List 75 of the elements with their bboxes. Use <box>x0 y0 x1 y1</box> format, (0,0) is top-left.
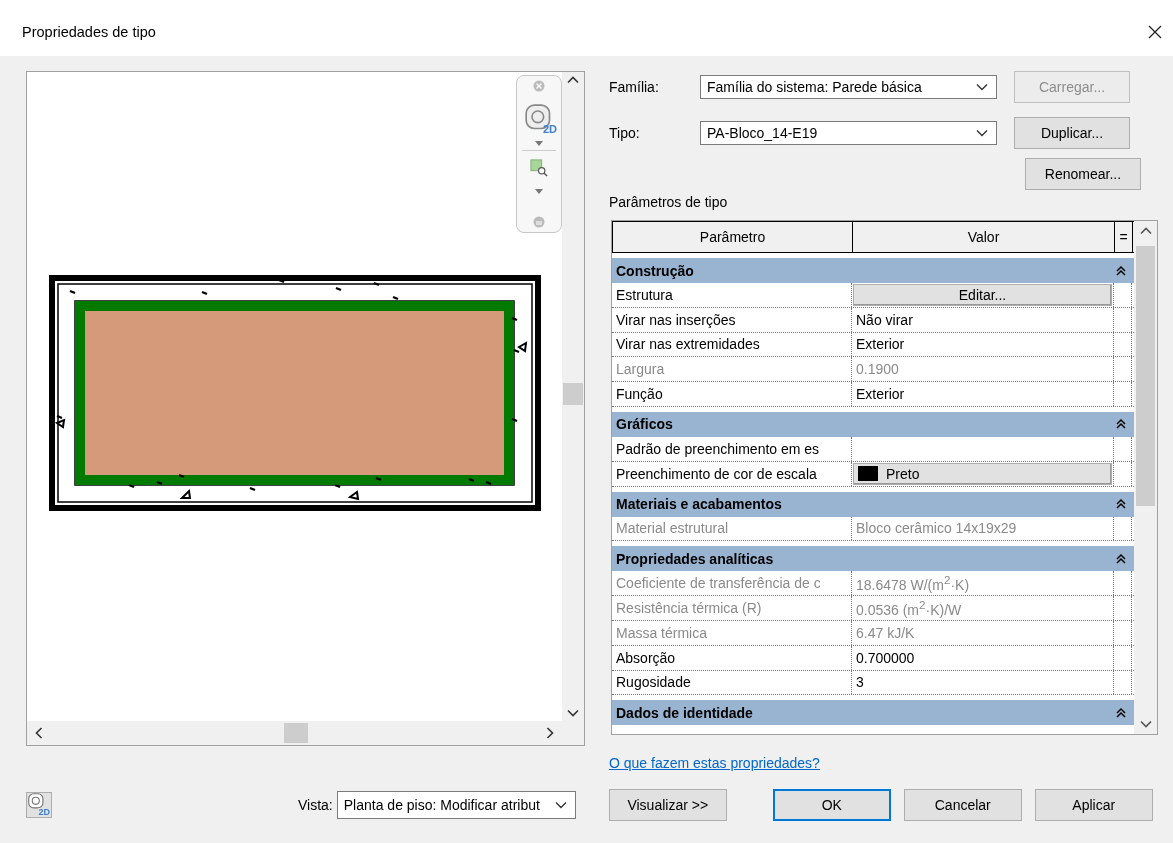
type-dropdown[interactable]: PA-Bloco_14-E19 <box>700 121 997 145</box>
dropdown-arrow-icon[interactable] <box>535 141 543 146</box>
value-cell: Exterior <box>856 386 905 403</box>
side-button[interactable]: Duplicar... <box>1014 117 1130 149</box>
zoom-icon[interactable] <box>530 159 548 177</box>
parameter-name: Absorção <box>616 649 676 666</box>
parameter-name: Material estrutural <box>616 520 729 537</box>
vertical-scrollbar[interactable] <box>1134 221 1157 734</box>
parameter-name: Preenchimento de cor de escala <box>616 465 817 482</box>
parameter-name: Coeficiente de transferência de c <box>616 575 821 592</box>
collapse-icon[interactable] <box>1116 498 1126 511</box>
value-cell: 0.0536 (m$^{2}$·K)/W <box>856 598 962 618</box>
value-cell: 0.1900 <box>856 361 899 378</box>
group-label: Construção <box>616 262 694 279</box>
scroll-thumb[interactable] <box>1136 246 1155 506</box>
side-button[interactable]: Renomear... <box>1025 158 1141 190</box>
value-cell: Bloco cerâmico 14x19x29 <box>856 520 1017 537</box>
value-cell: 18.6478 W/(m$^{2}$·K) <box>856 573 970 594</box>
dialog-button[interactable]: OK <box>772 788 891 821</box>
group-header[interactable]: Construção <box>612 258 1134 283</box>
dialog-button[interactable]: Cancelar <box>903 788 1022 821</box>
group-label: Propriedades analíticas <box>616 550 774 567</box>
column-header[interactable]: Valor <box>853 222 1115 252</box>
value-cell: 0.700000 <box>856 649 915 666</box>
column-header[interactable]: = <box>1115 222 1133 252</box>
section-title: Parâmetros de tipo <box>609 194 729 210</box>
edit-button[interactable]: Editar... <box>853 284 1112 306</box>
view-dropdown[interactable]: Planta de piso: Modificar atribut <box>336 790 576 819</box>
parameter-name: Resistência térmica (R) <box>616 600 762 617</box>
parameter-name: Virar nas extremidades <box>616 336 760 353</box>
parameter-name: Virar nas inserções <box>616 311 736 328</box>
window-title: Propriedades de tipo <box>22 24 156 40</box>
close-icon <box>1147 24 1163 40</box>
value-cell: 6.47 kJ/K <box>856 624 915 641</box>
scroll-left-icon[interactable] <box>35 727 43 739</box>
value-cell: Exterior <box>856 336 905 353</box>
scroll-right-icon[interactable] <box>546 727 554 739</box>
parameter-name: Estrutura <box>616 287 673 303</box>
group-header[interactable]: Dados de identidade <box>612 700 1134 726</box>
parameter-name: Rugosidade <box>616 674 691 691</box>
value-cell: 3 <box>856 674 864 691</box>
parameter-name: Largura <box>616 361 665 378</box>
help-link[interactable]: O que fazem estas propriedades? <box>609 755 820 771</box>
collapse-icon[interactable] <box>1116 264 1126 277</box>
parameter-name: Massa térmica <box>616 624 708 641</box>
scroll-up-icon[interactable] <box>1139 227 1152 235</box>
scroll-down-icon[interactable] <box>1139 720 1152 728</box>
scroll-thumb[interactable] <box>284 723 308 743</box>
group-label: Gráficos <box>616 416 673 433</box>
dropdown-arrow-icon[interactable] <box>535 189 543 194</box>
parameter-name: Padrão de preenchimento em es <box>616 440 820 457</box>
group-header[interactable]: Materiais e acabamentos <box>612 491 1134 517</box>
group-label: Materiais e acabamentos <box>616 496 782 513</box>
collapse-icon[interactable] <box>1116 552 1126 565</box>
field-label: Família: <box>609 79 660 95</box>
group-label: Dados de identidade <box>616 704 753 721</box>
scroll-down-icon[interactable] <box>567 709 579 717</box>
collapse-icon[interactable] <box>1116 418 1126 431</box>
scroll-thumb[interactable] <box>563 383 583 405</box>
collapse-icon[interactable] <box>1116 706 1126 719</box>
group-header[interactable]: Propriedades analíticas <box>612 546 1134 572</box>
preview-button[interactable]: Visualizar >> <box>608 788 727 821</box>
chevron-down-icon <box>554 800 567 809</box>
scroll-up-icon[interactable] <box>567 76 579 84</box>
parameter-name: Função <box>616 386 663 403</box>
chevron-down-icon <box>976 83 988 91</box>
chevron-down-icon <box>976 129 988 137</box>
field-label: Tipo: <box>609 125 641 141</box>
group-header[interactable]: Gráficos <box>612 412 1134 437</box>
column-header[interactable]: Parâmetro <box>613 222 853 252</box>
color-button[interactable]: Preto <box>853 462 1112 485</box>
family-dropdown[interactable]: Família do sistema: Parede básica <box>700 75 997 99</box>
view-label: Vista: <box>298 796 333 813</box>
dialog-button[interactable]: Aplicar <box>1034 788 1153 821</box>
value-cell: Não virar <box>856 311 913 328</box>
